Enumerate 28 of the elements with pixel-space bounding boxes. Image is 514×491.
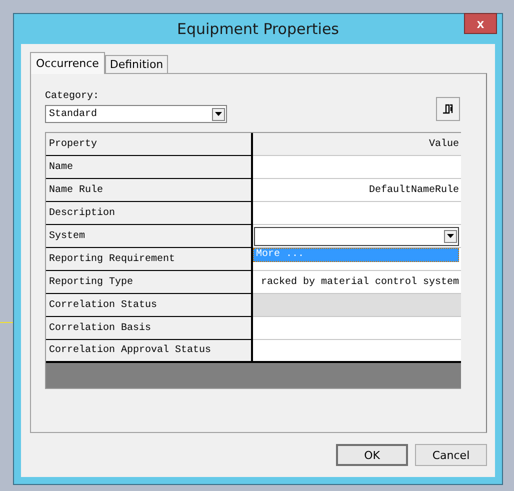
tab[interactable]: Occurrence <box>30 52 105 74</box>
property-name: Correlation Basis <box>46 317 253 340</box>
property-value: racked by material control system <box>260 276 459 288</box>
property-name: Description <box>46 202 253 225</box>
property-name: Name <box>46 156 253 179</box>
cancel-button[interactable]: Cancel <box>415 444 487 466</box>
property-name: Name Rule <box>46 179 253 202</box>
category-label: Category: <box>45 91 100 102</box>
value-cell[interactable]: DefaultNameRule <box>253 179 461 202</box>
column-header: Property <box>46 133 253 156</box>
property-name: Correlation Approval Status <box>46 340 253 363</box>
properties-button[interactable] <box>436 97 460 121</box>
caret-icon <box>215 112 222 116</box>
property-name: Reporting Requirement <box>46 248 253 271</box>
property-name: System <box>46 225 253 248</box>
value-cell[interactable]: racked by material control system <box>253 271 461 294</box>
marker-line <box>0 322 13 323</box>
tab[interactable]: Definition <box>104 55 168 73</box>
property-name: Correlation Status <box>46 294 253 317</box>
caret-icon <box>447 234 454 238</box>
property-name: Reporting Type <box>46 271 253 294</box>
ok-button[interactable]: OK <box>336 444 408 466</box>
value-cell[interactable] <box>253 340 461 363</box>
property-value: DefaultNameRule <box>368 184 459 196</box>
category-dropdown[interactable]: Standard <box>45 105 227 123</box>
close-button[interactable]: x <box>464 13 497 34</box>
window-title: Equipment Properties <box>177 20 339 38</box>
document-icon <box>442 103 454 115</box>
